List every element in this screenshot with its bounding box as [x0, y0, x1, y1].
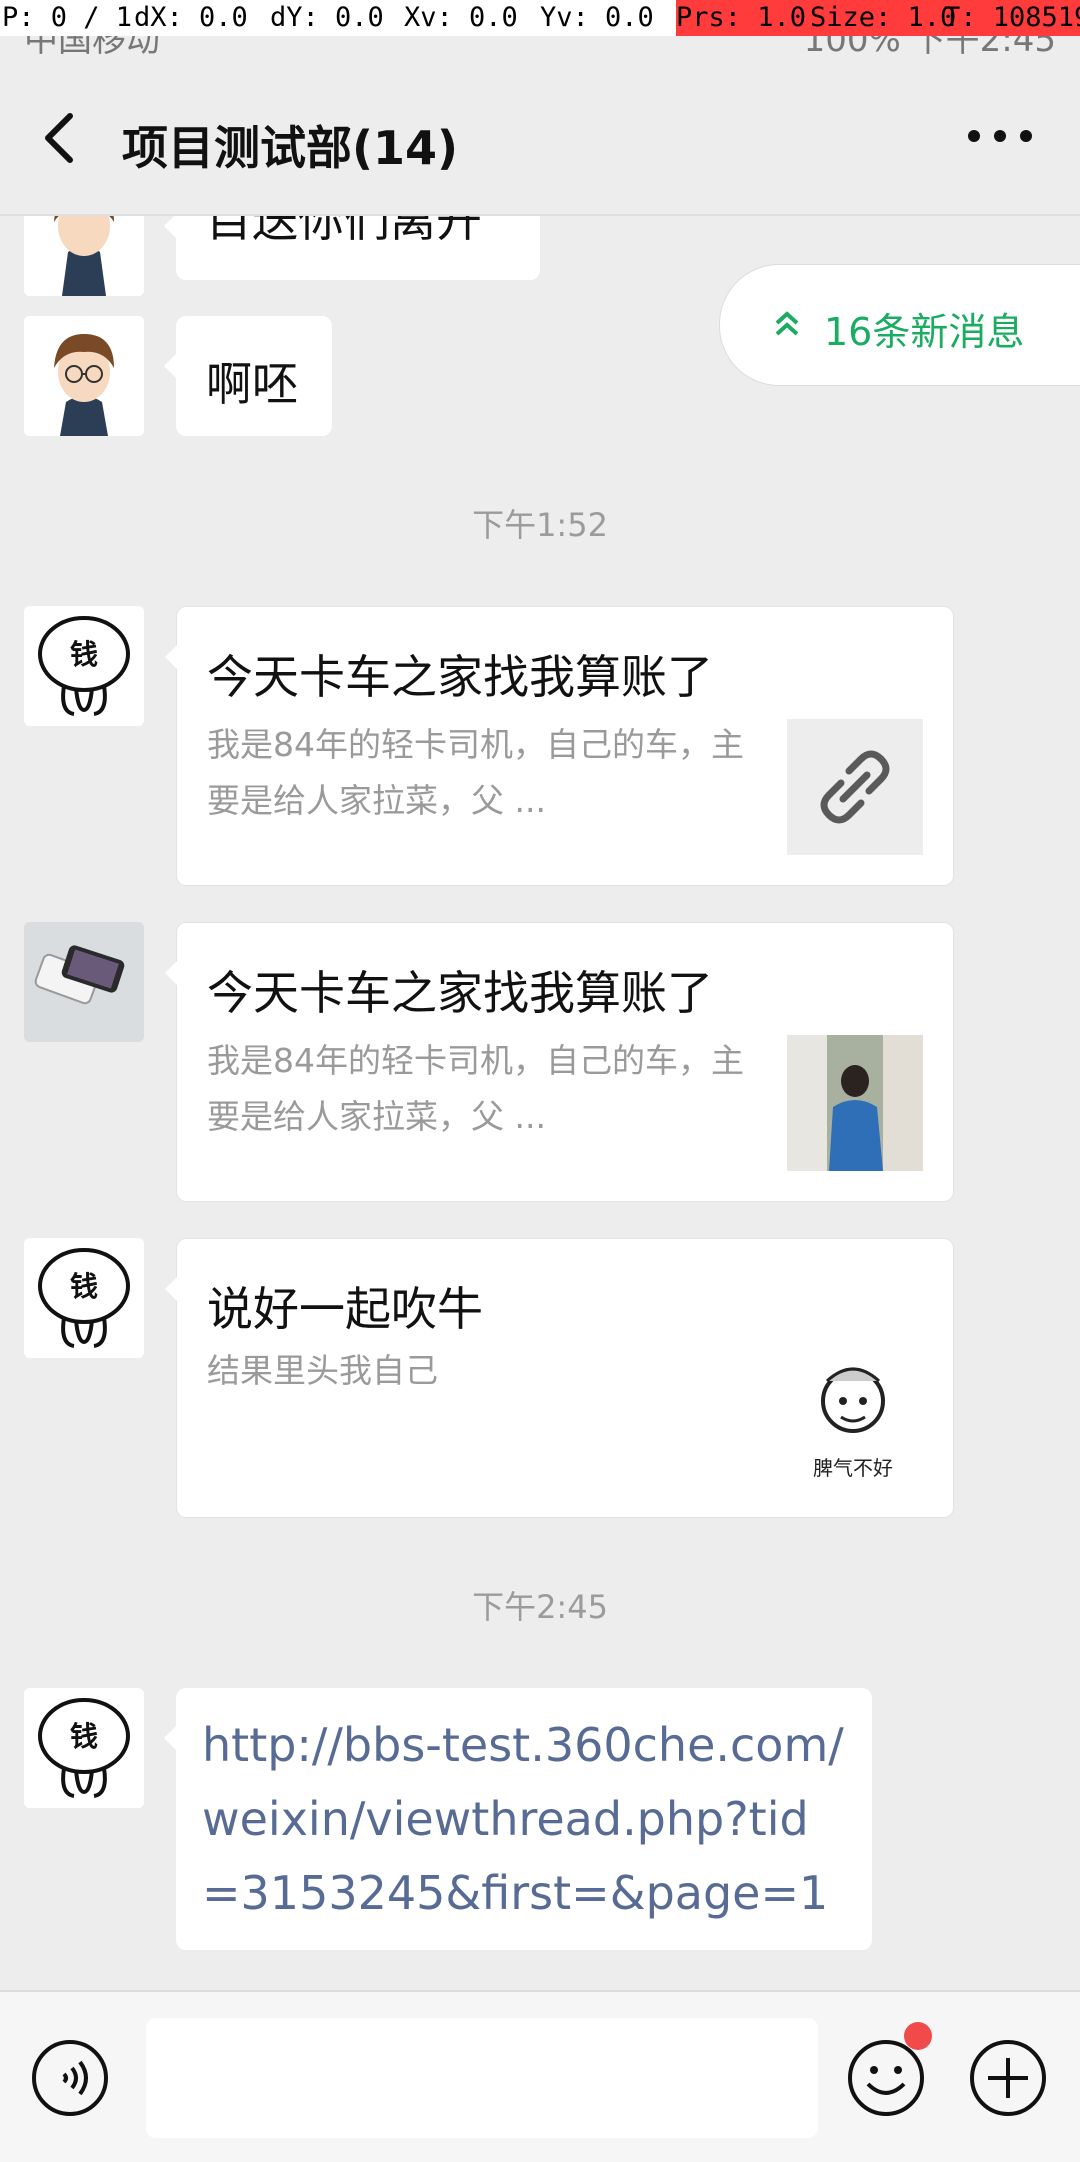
card-thumbnail — [787, 1035, 923, 1171]
message-input[interactable] — [146, 2018, 818, 2138]
message-bubble[interactable]: 啊呸 — [164, 316, 332, 436]
message-text: 啊呸 — [206, 357, 298, 411]
avatar[interactable]: 钱 — [24, 1238, 144, 1358]
link-card[interactable]: 今天卡车之家找我算账了 我是84年的轻卡司机，自己的车，主要是给人家拉菜，父 .… — [165, 606, 954, 886]
debug-yv: Yv: 0.0 — [540, 2, 654, 33]
voice-button[interactable] — [30, 2038, 110, 2118]
chat-area[interactable]: 目送你们离开 啊呸 下午1:52 钱 今天卡车之家找我算账了 我是84年的轻卡司… — [0, 216, 1080, 1990]
chevron-left-icon — [45, 113, 73, 163]
avatar[interactable] — [24, 316, 144, 436]
voice-icon — [32, 2040, 108, 2116]
debug-overlay: P: 0 / 1 dX: 0.0 dY: 0.0 Xv: 0.0 Yv: 0.0… — [0, 0, 1080, 36]
back-button[interactable] — [34, 108, 94, 168]
avatar[interactable] — [24, 922, 144, 1042]
card-thumbnail: 脾气不好 — [787, 1351, 923, 1487]
message-link[interactable]: http://bbs-test.360che.com/weixin/viewth… — [176, 1688, 872, 1950]
message-bubble[interactable]: 目送你们离开 — [164, 216, 540, 280]
card-title: 今天卡车之家找我算账了 — [207, 650, 713, 704]
card-thumbnail — [787, 719, 923, 855]
debug-dx: dX: 0.0 — [134, 2, 248, 33]
emoji-button[interactable] — [846, 2038, 926, 2118]
debug-p: P: 0 / 1 — [2, 2, 133, 33]
sticker-text: 脾气不好 — [813, 1456, 893, 1480]
photo-thumbnail-icon — [787, 1035, 923, 1171]
card-title: 说好一起吹牛 — [207, 1282, 483, 1336]
sticker-thumbnail-icon: 脾气不好 — [787, 1351, 923, 1487]
link-card[interactable]: 今天卡车之家找我算账了 我是84年的轻卡司机，自己的车，主要是给人家拉菜，父 .… — [165, 922, 954, 1202]
more-button[interactable] — [960, 116, 1040, 156]
money-text: 钱 — [70, 1270, 98, 1303]
cartoon-boy-avatar-icon — [24, 316, 144, 436]
debug-prs: Prs: 1.0 — [676, 2, 807, 33]
cartoon-boy-avatar-icon — [24, 216, 144, 296]
timestamp: 下午1:52 — [472, 506, 608, 544]
phones-photo-avatar-icon — [24, 922, 144, 1042]
money-text: 钱 — [70, 638, 98, 671]
debug-t: T: 108519 — [944, 2, 1080, 33]
plus-icon — [970, 2040, 1046, 2116]
notification-dot — [904, 2022, 932, 2050]
money-sticker-avatar-icon: 钱 — [24, 606, 144, 726]
money-text: 钱 — [70, 1720, 98, 1753]
new-messages-button[interactable]: 16条新消息 — [719, 264, 1080, 386]
page-title: 项目测试部(14) — [122, 121, 459, 175]
link-icon — [820, 750, 890, 824]
more-features-button[interactable] — [968, 2038, 1048, 2118]
avatar[interactable] — [24, 216, 144, 296]
chat-header: 项目测试部(14) — [0, 60, 1080, 214]
link-card[interactable]: 说好一起吹牛 结果里头我自己 脾气不好 — [165, 1238, 954, 1518]
emoji-icon — [848, 2040, 924, 2116]
money-sticker-avatar-icon: 钱 — [24, 1238, 144, 1358]
avatar[interactable]: 钱 — [24, 606, 144, 726]
card-description: 我是84年的轻卡司机，自己的车，主要是给人家拉菜，父 ... — [207, 1041, 744, 1136]
message-bubble[interactable]: http://bbs-test.360che.com/weixin/viewth… — [164, 1688, 872, 1950]
debug-dy: dY: 0.0 — [270, 2, 384, 33]
more-dots-icon — [968, 130, 1032, 142]
input-bar — [0, 1990, 1080, 2162]
double-chevron-up-icon — [775, 311, 799, 336]
debug-xv: Xv: 0.0 — [404, 2, 518, 33]
avatar[interactable]: 钱 — [24, 1688, 144, 1808]
new-messages-label: 16条新消息 — [824, 310, 1025, 354]
card-description: 结果里头我自己 — [207, 1351, 438, 1390]
debug-size: Size: 1.0 — [810, 2, 957, 33]
money-sticker-avatar-icon: 钱 — [24, 1688, 144, 1808]
timestamp: 下午2:45 — [472, 1588, 608, 1626]
card-title: 今天卡车之家找我算账了 — [207, 966, 713, 1020]
message-text: 目送你们离开 — [206, 216, 482, 247]
card-description: 我是84年的轻卡司机，自己的车，主要是给人家拉菜，父 ... — [207, 725, 744, 820]
